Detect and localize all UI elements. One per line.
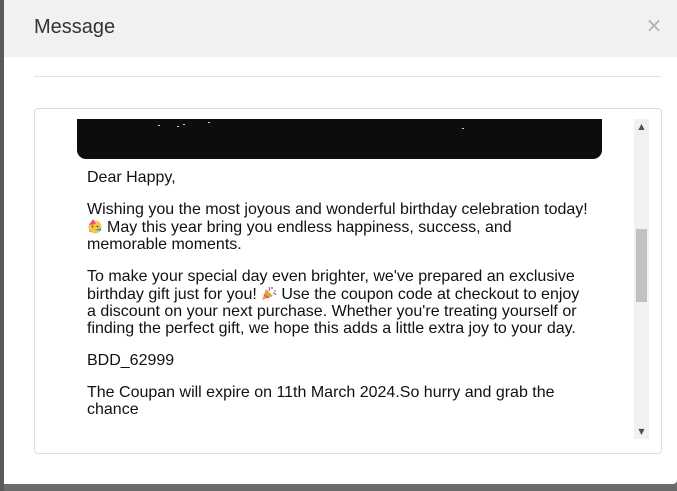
scroll-thumb[interactable] [636, 229, 647, 302]
expiry-line: The Coupan will expire on 11th March 202… [87, 384, 555, 401]
banner-star [177, 126, 179, 127]
divider [34, 76, 661, 77]
close-icon[interactable]: × [645, 14, 663, 36]
wish-line: memorable moments. [87, 236, 242, 253]
scroll-down-icon[interactable]: ▼ [634, 424, 649, 439]
banner-star [183, 124, 185, 125]
message-body[interactable]: Dear Happy, Wishing you the most joyous … [34, 108, 662, 454]
gift-line-text: Use the coupon code at checkout to enjoy [281, 286, 580, 303]
scroll-up-icon[interactable]: ▲ [634, 119, 649, 134]
partying-face-icon [88, 219, 102, 234]
gift-paragraph: To make your special day even brighter, … [87, 268, 607, 337]
dialog-header: Message × [4, 0, 677, 57]
banner-star [208, 122, 210, 123]
message-dialog: Message × Dear Happy, Wishing you the mo… [4, 0, 677, 484]
gift-line: finding the perfect gift, we hope this a… [87, 320, 576, 337]
dialog-title: Message [34, 16, 116, 38]
wish-line-text: May this year bring you endless happines… [107, 219, 512, 236]
gift-line: To make your special day even brighter, … [87, 268, 575, 285]
message-content: Dear Happy, Wishing you the most joyous … [87, 169, 607, 418]
gift-line: birthday gift just for you! Use the coup… [87, 285, 607, 303]
banner-star [462, 128, 464, 129]
coupon-code[interactable]: BDD_62999 [87, 352, 607, 369]
gift-line: a discount on your next purchase. Whethe… [87, 303, 577, 320]
wish-line: May this year bring you endless happines… [87, 218, 607, 236]
greeting: Dear Happy, [87, 169, 176, 186]
expiry-line: chance [87, 401, 139, 418]
banner-star [158, 125, 160, 126]
wish-line: Wishing you the most joyous and wonderfu… [87, 201, 588, 218]
party-popper-icon [262, 286, 277, 300]
birthday-banner-image [77, 119, 602, 159]
birthday-wish-paragraph: Wishing you the most joyous and wonderfu… [87, 201, 607, 253]
expiry-paragraph: The Coupan will expire on 11th March 202… [87, 384, 607, 418]
vertical-scrollbar[interactable]: ▲ ▼ [634, 119, 649, 439]
gift-line-text: birthday gift just for you! [87, 286, 257, 303]
